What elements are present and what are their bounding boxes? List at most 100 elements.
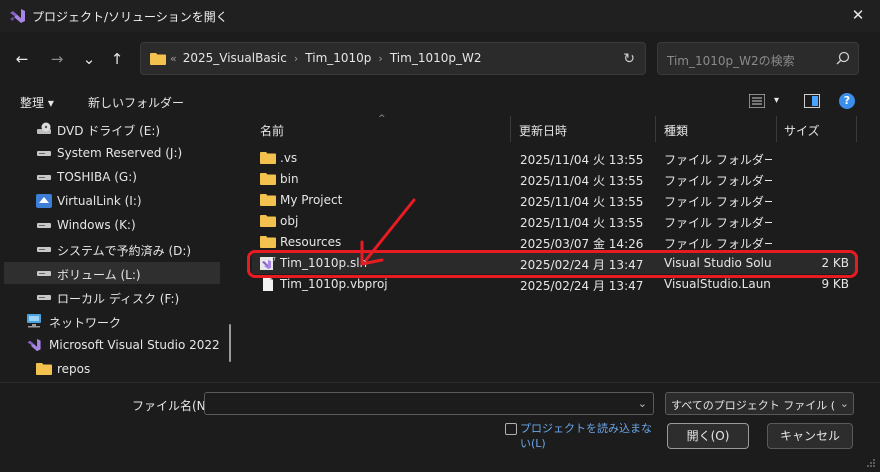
breadcrumb-item[interactable]: Tim_1010p	[305, 51, 371, 65]
do-not-load-project-label[interactable]: プロジェクトを読み込まない(L)	[520, 421, 655, 451]
preview-pane-icon[interactable]	[804, 94, 820, 108]
sidebar-item-label: System Reserved (J:)	[57, 146, 183, 160]
sidebar-item-label: Microsoft Visual Studio 2022	[49, 338, 220, 352]
resize-grip-icon[interactable]	[866, 458, 876, 468]
sidebar-item-label: ボリューム (L:)	[57, 268, 141, 282]
breadcrumb: « 2025_VisualBasic › Tim_1010p › Tim_101…	[170, 51, 481, 65]
drive-icon	[37, 223, 51, 228]
open-button[interactable]: 開く(O)	[667, 423, 749, 449]
recent-locations-button[interactable]: ⌄	[78, 49, 100, 69]
breadcrumb-item[interactable]: Tim_1010p_W2	[390, 51, 482, 65]
breadcrumb-overflow[interactable]: «	[170, 52, 177, 65]
chevron-down-icon[interactable]: ⌄	[638, 397, 647, 410]
column-header-date[interactable]: 更新日時	[519, 122, 567, 139]
virtual-drive-icon	[36, 194, 52, 208]
column-divider[interactable]	[776, 116, 777, 142]
sidebar-item-system-reserved-d[interactable]: システムで予約済み (D:)	[4, 238, 220, 260]
do-not-load-project-checkbox[interactable]	[505, 423, 517, 435]
close-button[interactable]: ✕	[848, 5, 868, 25]
file-date: 2025/02/24 月 13:47	[520, 279, 644, 293]
chevron-right-icon[interactable]: ›	[294, 52, 298, 65]
folder-icon	[260, 194, 276, 206]
file-type: VisualStudio.Laun...	[664, 277, 772, 291]
sort-ascending-icon: ^	[378, 114, 386, 124]
sidebar-item-visual-studio[interactable]: Microsoft Visual Studio 2022	[4, 334, 220, 356]
navigation-bar: ← → ⌄ ↑ « 2025_VisualBasic › Tim_1010p ›…	[0, 32, 880, 86]
drive-icon	[37, 175, 51, 180]
chevron-right-icon[interactable]: ›	[378, 52, 382, 65]
sidebar-item-label: VirtualLink (I:)	[57, 194, 142, 208]
up-button[interactable]: ↑	[106, 49, 128, 69]
file-date: 2025/11/04 火 13:55	[520, 153, 644, 167]
drive-icon	[37, 271, 51, 276]
sidebar-item-volume-l[interactable]: ボリューム (L:)	[4, 262, 220, 284]
sidebar-item-virtuallink[interactable]: VirtualLink (I:)	[4, 190, 220, 212]
navigation-pane: DVD ドライブ (E:) System Reserved (J:) TOSHI…	[0, 116, 228, 382]
back-button[interactable]: ←	[11, 49, 33, 69]
file-type-filter-select[interactable]: すべてのプロジェクト ファイル (*.sln;* ⌄	[665, 392, 854, 415]
sidebar-item-label: Windows (K:)	[57, 218, 136, 232]
column-header-size[interactable]: サイズ	[784, 122, 820, 139]
document-icon	[263, 277, 273, 291]
file-name: .vs	[280, 151, 298, 165]
chevron-down-icon[interactable]: ⌄	[840, 397, 849, 410]
file-name: My Project	[280, 193, 343, 207]
help-icon[interactable]: ?	[839, 93, 855, 109]
search-input[interactable]: Tim_1010p_W2の検索	[667, 52, 795, 69]
file-row[interactable]: My Project 2025/11/04 火 13:55 ファイル フォルダー	[252, 190, 857, 211]
file-name: bin	[280, 172, 299, 186]
file-row[interactable]: bin 2025/11/04 火 13:55 ファイル フォルダー	[252, 169, 857, 190]
new-folder-button[interactable]: 新しいフォルダー	[88, 94, 184, 111]
window-title: プロジェクト/ソリューションを開く	[32, 10, 228, 24]
dvd-drive-icon	[37, 122, 51, 134]
file-size: 9 KB	[821, 277, 849, 291]
organize-button[interactable]: 整理 ▾	[20, 94, 54, 111]
sidebar-item-local-disk-f[interactable]: ローカル ディスク (F:)	[4, 286, 220, 308]
view-options-dropdown[interactable]: ▾	[774, 95, 779, 106]
file-name: Resources	[280, 235, 342, 249]
folder-icon	[260, 236, 276, 248]
sidebar-item-label: TOSHIBA (G:)	[57, 170, 137, 184]
folder-icon	[150, 53, 166, 65]
file-row[interactable]: .vs 2025/11/04 火 13:55 ファイル フォルダー	[252, 148, 857, 169]
sidebar-item-windows[interactable]: Windows (K:)	[4, 214, 220, 236]
column-header-name[interactable]: 名前	[260, 122, 284, 139]
drive-icon	[37, 151, 51, 156]
breadcrumb-item[interactable]: 2025_VisualBasic	[183, 51, 287, 65]
sidebar-scrollbar[interactable]	[229, 324, 231, 362]
sidebar-item-toshiba[interactable]: TOSHIBA (G:)	[4, 166, 220, 188]
folder-icon	[260, 152, 276, 164]
view-list-icon[interactable]	[749, 94, 765, 108]
refresh-button[interactable]: ↻	[623, 51, 635, 67]
folder-icon	[260, 173, 276, 185]
column-header-type[interactable]: 種類	[664, 122, 688, 139]
annotation-arrow-icon	[360, 198, 416, 266]
file-type: ファイル フォルダー	[664, 195, 772, 209]
dialog-footer: ファイル名(N): ⌄ すべてのプロジェクト ファイル (*.sln;* ⌄ プ…	[0, 382, 880, 472]
drive-icon	[37, 295, 51, 300]
sidebar-item-label: ネットワーク	[49, 316, 122, 330]
drive-icon	[37, 247, 51, 252]
filename-input[interactable]: ⌄	[204, 392, 654, 415]
column-divider[interactable]	[510, 116, 511, 142]
filename-label: ファイル名(N):	[132, 399, 215, 413]
file-date: 2025/11/04 火 13:55	[520, 216, 644, 230]
column-divider[interactable]	[655, 116, 656, 142]
visual-studio-logo-icon	[10, 9, 25, 23]
forward-button[interactable]: →	[46, 49, 68, 69]
visual-studio-icon	[27, 338, 41, 352]
sidebar-item-repos[interactable]: repos	[4, 358, 220, 380]
file-date: 2025/11/04 火 13:55	[520, 195, 644, 209]
search-box[interactable]: Tim_1010p_W2の検索	[657, 42, 859, 75]
title-bar: プロジェクト/ソリューションを開く ✕	[0, 0, 880, 32]
cancel-button[interactable]: キャンセル	[767, 423, 853, 449]
column-divider[interactable]	[856, 116, 857, 142]
file-type-filter-value: すべてのプロジェクト ファイル (*.sln;*	[671, 399, 835, 412]
address-bar[interactable]: « 2025_VisualBasic › Tim_1010p › Tim_101…	[140, 42, 646, 75]
sidebar-item-label: DVD ドライブ (E:)	[57, 124, 161, 138]
file-type: ファイル フォルダー	[664, 174, 772, 188]
file-row[interactable]: obj 2025/11/04 火 13:55 ファイル フォルダー	[252, 211, 857, 232]
sidebar-item-system-reserved[interactable]: System Reserved (J:)	[4, 142, 220, 164]
sidebar-item-dvd-drive[interactable]: DVD ドライブ (E:)	[4, 118, 220, 140]
sidebar-item-network[interactable]: ネットワーク	[4, 310, 220, 332]
